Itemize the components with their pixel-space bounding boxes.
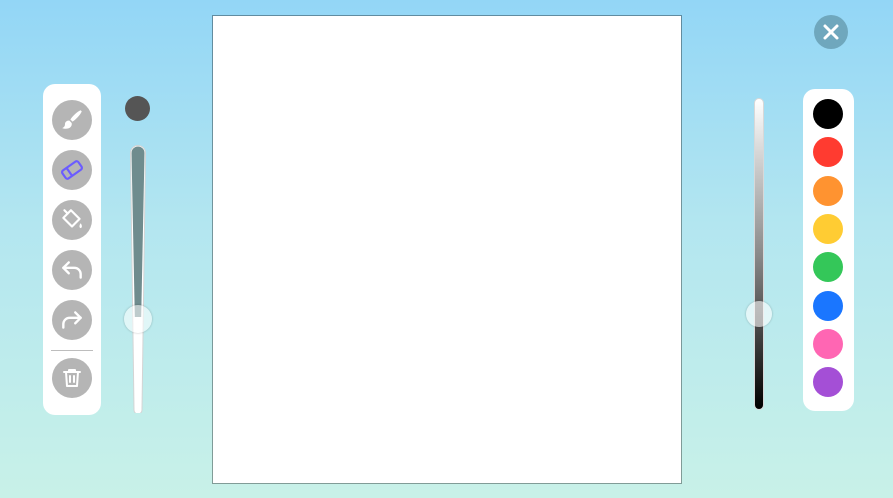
brush-size-thumb[interactable] — [124, 305, 152, 333]
eraser-icon — [60, 160, 84, 180]
shade-slider[interactable] — [754, 98, 764, 410]
brush-icon — [62, 110, 82, 129]
tool-panel — [43, 84, 101, 415]
color-swatch-green[interactable] — [813, 252, 843, 283]
color-swatch-orange[interactable] — [813, 175, 843, 206]
undo-button[interactable] — [52, 250, 92, 290]
fill-tool-button[interactable] — [52, 200, 92, 240]
redo-button[interactable] — [52, 300, 92, 340]
color-palette — [803, 89, 854, 411]
brush-size-slider[interactable] — [130, 145, 146, 413]
undo-icon — [62, 261, 82, 279]
close-button[interactable] — [814, 15, 848, 49]
brush-tool-button[interactable] — [52, 100, 92, 140]
color-swatch-blue[interactable] — [813, 290, 843, 321]
close-icon — [823, 24, 839, 40]
drawing-canvas[interactable] — [213, 16, 681, 483]
color-swatch-purple[interactable] — [813, 367, 843, 398]
eraser-tool-button[interactable] — [52, 150, 92, 190]
clear-canvas-button[interactable] — [52, 358, 92, 398]
brush-size-preview — [125, 96, 150, 121]
shade-thumb[interactable] — [746, 301, 772, 327]
redo-icon — [62, 311, 82, 329]
color-swatch-yellow[interactable] — [813, 213, 843, 244]
trash-icon — [63, 369, 81, 387]
color-swatch-pink[interactable] — [813, 328, 843, 359]
tool-divider — [51, 350, 93, 351]
color-swatch-black[interactable] — [813, 99, 843, 129]
paint-bucket-icon — [62, 209, 82, 229]
color-swatch-red[interactable] — [813, 137, 843, 168]
